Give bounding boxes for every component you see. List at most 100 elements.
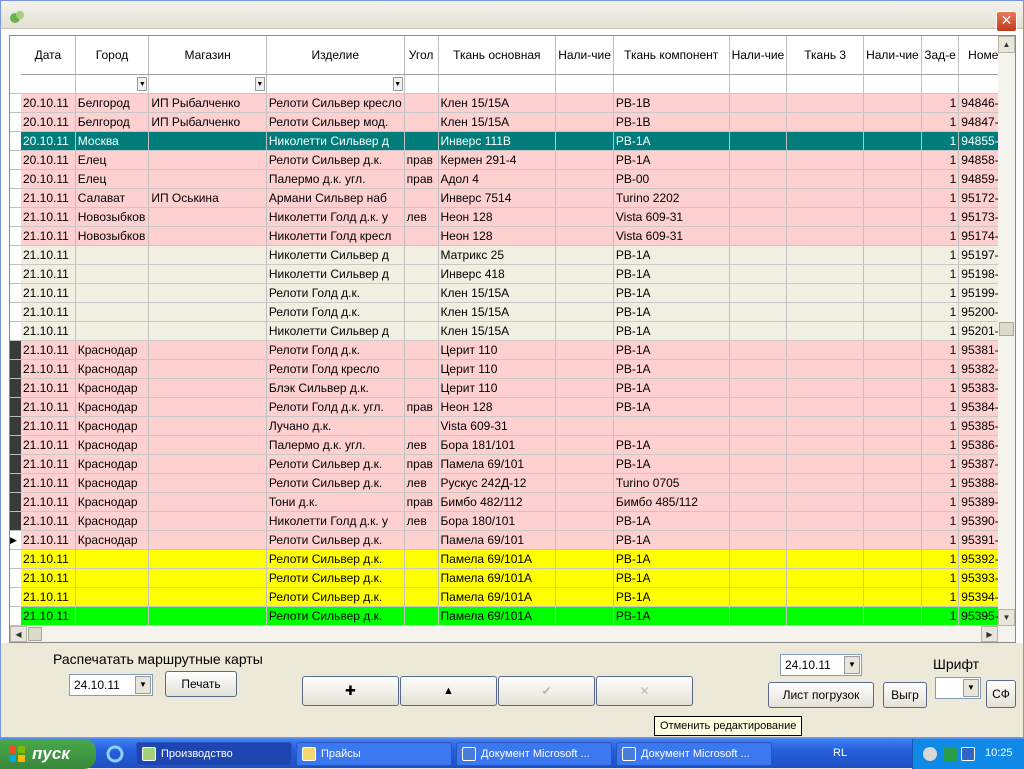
- table-row[interactable]: 21.10.11 Релоти Голд д.к. Клен 15/15А РВ-1А…: [21, 302, 1015, 322]
- table-cell[interactable]: 21.10.11: [21, 302, 76, 322]
- table-cell[interactable]: Краснодар: [75, 340, 150, 360]
- table-cell[interactable]: [863, 112, 922, 132]
- table-cell[interactable]: Памела 69/101А: [438, 549, 557, 569]
- table-cell[interactable]: РВ-1А: [613, 302, 730, 322]
- row-indicator[interactable]: [10, 341, 21, 360]
- horizontal-scrollbar[interactable]: ◀ ▶: [10, 626, 1015, 642]
- table-cell[interactable]: Памела 69/101А: [438, 568, 557, 588]
- table-cell[interactable]: [75, 606, 150, 626]
- table-cell[interactable]: [729, 473, 788, 493]
- row-indicator[interactable]: [10, 398, 21, 417]
- table-cell[interactable]: РВ-1В: [613, 112, 730, 132]
- table-cell[interactable]: [555, 530, 614, 550]
- font-select[interactable]: ▼: [935, 677, 981, 699]
- table-cell[interactable]: [555, 321, 614, 341]
- table-cell[interactable]: 1: [921, 245, 960, 265]
- table-cell[interactable]: [786, 378, 865, 398]
- table-cell[interactable]: [729, 530, 788, 550]
- row-indicator[interactable]: [10, 151, 21, 170]
- scroll-right-arrow-icon[interactable]: ▶: [981, 626, 998, 642]
- table-cell[interactable]: РВ-1А: [613, 587, 730, 607]
- row-indicator[interactable]: [10, 246, 21, 265]
- table-cell[interactable]: 21.10.11: [21, 416, 76, 436]
- table-cell[interactable]: Салават: [75, 188, 150, 208]
- table-row[interactable]: 20.10.11 Москва Николетти Сильвер д Инверс …: [21, 131, 1015, 151]
- row-indicator[interactable]: [10, 607, 21, 626]
- table-cell[interactable]: РВ-1А: [613, 131, 730, 151]
- table-cell[interactable]: 1: [921, 511, 960, 531]
- table-cell[interactable]: Новозыбков: [75, 226, 150, 246]
- table-cell[interactable]: 20.10.11: [21, 169, 76, 189]
- tray-network-icon[interactable]: [943, 747, 957, 761]
- row-indicator[interactable]: [10, 569, 21, 588]
- table-cell[interactable]: [404, 245, 439, 265]
- table-cell[interactable]: 21.10.11: [21, 397, 76, 417]
- table-cell[interactable]: 1: [921, 131, 960, 151]
- table-row[interactable]: 21.10.11 Краснодар Релоти Голд кресло Церит…: [21, 359, 1015, 379]
- table-cell[interactable]: [786, 587, 865, 607]
- table-cell[interactable]: [148, 606, 267, 626]
- row-indicator[interactable]: [10, 208, 21, 227]
- row-indicator[interactable]: [10, 436, 21, 455]
- table-cell[interactable]: [863, 549, 922, 569]
- filter-cell[interactable]: [613, 74, 730, 94]
- table-cell[interactable]: [148, 397, 267, 417]
- filter-cell[interactable]: [21, 74, 76, 94]
- table-cell[interactable]: Релоти Сильвер д.к.: [266, 454, 405, 474]
- table-cell[interactable]: [148, 587, 267, 607]
- table-cell[interactable]: [729, 169, 788, 189]
- table-cell[interactable]: [148, 435, 267, 455]
- table-cell[interactable]: Краснодар: [75, 473, 150, 493]
- table-cell[interactable]: [555, 359, 614, 379]
- table-cell[interactable]: 1: [921, 473, 960, 493]
- table-cell[interactable]: [863, 188, 922, 208]
- tray-app-icon[interactable]: [923, 747, 937, 761]
- column-header[interactable]: Ткань основная: [438, 36, 557, 75]
- current-row-arrow-icon[interactable]: ▶: [10, 531, 21, 550]
- table-cell[interactable]: Николетти Сильвер д: [266, 131, 405, 151]
- table-cell[interactable]: [555, 378, 614, 398]
- table-cell[interactable]: [786, 473, 865, 493]
- table-cell[interactable]: [729, 245, 788, 265]
- table-cell[interactable]: [786, 188, 865, 208]
- table-cell[interactable]: [404, 530, 439, 550]
- start-button[interactable]: пуск: [0, 739, 96, 769]
- table-cell[interactable]: Палермо д.к. угл.: [266, 169, 405, 189]
- export-button[interactable]: Выгр: [883, 682, 927, 708]
- row-indicator[interactable]: [10, 113, 21, 132]
- table-cell[interactable]: Turino 2202: [613, 188, 730, 208]
- table-row[interactable]: 21.10.11 Релоти Голд д.к. Клен 15/15А РВ-1А…: [21, 283, 1015, 303]
- table-cell[interactable]: 21.10.11: [21, 207, 76, 227]
- table-cell[interactable]: [729, 226, 788, 246]
- table-cell[interactable]: 1: [921, 397, 960, 417]
- print-button[interactable]: Печать: [165, 671, 237, 697]
- table-cell[interactable]: 1: [921, 606, 960, 626]
- table-cell[interactable]: прав: [404, 150, 439, 170]
- column-header[interactable]: Угол: [404, 36, 439, 75]
- table-cell[interactable]: [75, 245, 150, 265]
- load-sheets-button[interactable]: Лист погрузок: [768, 682, 874, 708]
- table-cell[interactable]: Памела 69/101: [438, 454, 557, 474]
- table-cell[interactable]: 21.10.11: [21, 321, 76, 341]
- table-cell[interactable]: [148, 492, 267, 512]
- table-cell[interactable]: ИП Рыбалченко: [148, 112, 267, 132]
- table-cell[interactable]: Инверс 418: [438, 264, 557, 284]
- table-cell[interactable]: 1: [921, 93, 960, 113]
- table-cell[interactable]: Релоти Голд д.к.: [266, 283, 405, 303]
- table-row[interactable]: 20.10.11 Белгород ИП Рыбалченко Релоти Силь…: [21, 112, 1015, 132]
- table-cell[interactable]: 1: [921, 454, 960, 474]
- table-cell[interactable]: РВ-1А: [613, 264, 730, 284]
- table-cell[interactable]: Краснодар: [75, 416, 150, 436]
- table-cell[interactable]: [786, 321, 865, 341]
- table-cell[interactable]: РВ-1А: [613, 321, 730, 341]
- taskbar-item[interactable]: Документ Microsoft ...: [616, 742, 772, 766]
- table-cell[interactable]: Памела 69/101: [438, 530, 557, 550]
- table-cell[interactable]: [148, 416, 267, 436]
- table-cell[interactable]: РВ-00: [613, 169, 730, 189]
- language-indicator[interactable]: RL: [833, 739, 847, 768]
- table-cell[interactable]: [148, 473, 267, 493]
- row-indicator[interactable]: [10, 132, 21, 151]
- table-cell[interactable]: 21.10.11: [21, 549, 76, 569]
- column-header[interactable]: Дата: [21, 36, 76, 75]
- table-cell[interactable]: 20.10.11: [21, 112, 76, 132]
